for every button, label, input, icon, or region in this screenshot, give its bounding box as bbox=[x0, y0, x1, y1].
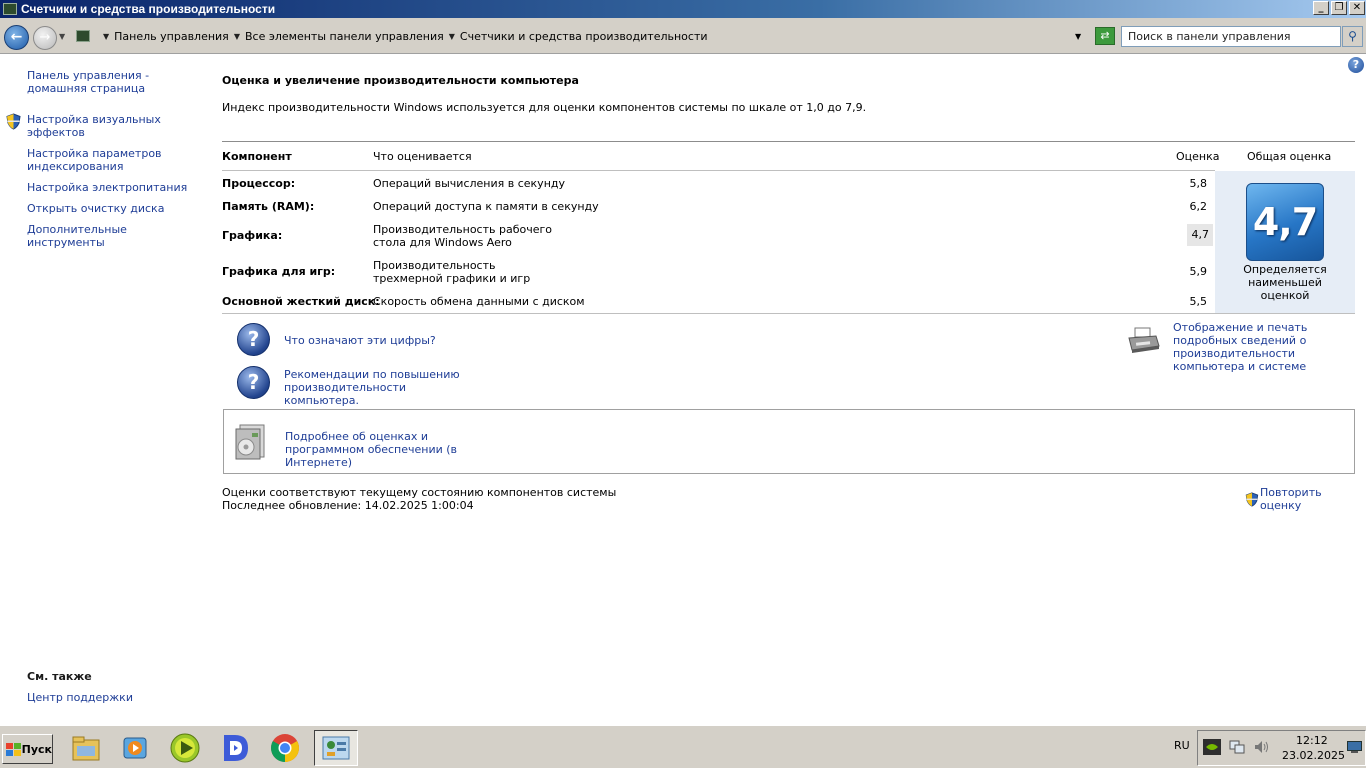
address-dropdown-icon[interactable]: ▼ bbox=[1075, 32, 1081, 41]
left-link-indexing[interactable]: Настройка параметров индексирования bbox=[27, 147, 197, 173]
d-app-icon[interactable] bbox=[217, 730, 253, 766]
left-link-disk-cleanup[interactable]: Открыть очистку диска bbox=[27, 202, 197, 215]
row-score-gaming: 5,9 bbox=[1189, 265, 1208, 278]
search-input[interactable]: Поиск в панели управления bbox=[1121, 26, 1341, 47]
row-score-disk: 5,5 bbox=[1189, 295, 1208, 308]
see-also-title: См. также bbox=[27, 670, 92, 683]
row-name-disk: Основной жесткий диск: bbox=[222, 295, 380, 308]
refresh-button[interactable]: ⇄ bbox=[1095, 27, 1115, 45]
status-current: Оценки соответствуют текущему состоянию … bbox=[222, 486, 617, 499]
row-desc-disk: Скорость обмена данными с диском bbox=[373, 295, 585, 308]
play-icon[interactable] bbox=[167, 730, 203, 766]
rerun-label[interactable]: Повторить оценку bbox=[1260, 486, 1366, 512]
row-score-graphics: 4,7 bbox=[1187, 224, 1213, 246]
page-title: Оценка и увеличение производительности к… bbox=[222, 74, 579, 87]
clock-time[interactable]: 12:12 bbox=[1296, 734, 1328, 747]
row-score-ram: 6,2 bbox=[1189, 200, 1208, 213]
breadcrumb-performance[interactable]: Счетчики и средства производительности bbox=[460, 30, 708, 43]
back-button[interactable]: ← bbox=[4, 25, 29, 50]
close-button[interactable]: ✕ bbox=[1349, 1, 1365, 15]
chrome-icon[interactable] bbox=[267, 730, 303, 766]
online-details-link[interactable]: Подробнее об оценках и программном обесп… bbox=[285, 430, 485, 469]
network-icon[interactable] bbox=[1229, 739, 1245, 755]
left-link-action-center[interactable]: Центр поддержки bbox=[27, 691, 197, 704]
software-box-icon bbox=[235, 424, 265, 460]
left-link-visual-effects[interactable]: Настройка визуальных эффектов bbox=[27, 113, 197, 139]
app-icon bbox=[3, 3, 17, 15]
header-component: Компонент bbox=[222, 150, 292, 163]
what-numbers-mean-link[interactable]: Что означают эти цифры? bbox=[284, 334, 436, 347]
start-label: Пуск bbox=[21, 742, 52, 756]
status-last-update: Последнее обновление: 14.02.2025 1:00:04 bbox=[222, 499, 474, 512]
chevron-right-icon[interactable]: ▼ bbox=[103, 32, 109, 41]
question-icon: ? bbox=[237, 323, 270, 356]
left-link-advanced-tools[interactable]: Дополнительные инструменты bbox=[27, 223, 197, 249]
row-desc-ram: Операций доступа к памяти в секунду bbox=[373, 200, 599, 213]
nvidia-icon[interactable] bbox=[1203, 739, 1221, 755]
header-what: Что оценивается bbox=[373, 150, 472, 163]
row-name-ram: Память (RAM): bbox=[222, 200, 315, 213]
left-link-power[interactable]: Настройка электропитания bbox=[27, 181, 197, 194]
printer-icon bbox=[1128, 327, 1160, 353]
table-top-divider bbox=[222, 141, 1355, 142]
breadcrumb-all-items[interactable]: Все элементы панели управления bbox=[245, 30, 444, 43]
show-desktop-icon[interactable] bbox=[1347, 741, 1362, 753]
uac-shield-icon bbox=[6, 113, 21, 130]
minimize-button[interactable]: _ bbox=[1313, 1, 1329, 15]
left-task-pane: Панель управления - домашняя страница На… bbox=[0, 55, 205, 725]
print-details-link[interactable]: Отображение и печать подробных сведений … bbox=[1173, 321, 1358, 373]
header-base-score: Общая оценка bbox=[1247, 150, 1332, 163]
performance-tips-link[interactable]: Рекомендации по повышению производительн… bbox=[284, 368, 474, 407]
history-dropdown-icon[interactable]: ▼ bbox=[59, 32, 65, 41]
title-bar: Счетчики и средства производительности _… bbox=[0, 0, 1366, 18]
row-name-gaming: Графика для игр: bbox=[222, 265, 336, 278]
question-icon: ? bbox=[237, 366, 270, 399]
chevron-right-icon[interactable]: ▼ bbox=[234, 32, 240, 41]
start-button[interactable]: Пуск bbox=[2, 734, 53, 764]
media-player-icon[interactable] bbox=[117, 730, 153, 766]
volume-icon[interactable] bbox=[1253, 739, 1269, 755]
page-description: Индекс производительности Windows исполь… bbox=[222, 101, 867, 114]
row-desc-graphics: Производительность рабочего стола для Wi… bbox=[373, 223, 553, 249]
search-icon[interactable]: ⚲ bbox=[1342, 26, 1363, 47]
taskbar: Пуск RU 12:12 23.02.2025 bbox=[0, 725, 1366, 768]
language-indicator[interactable]: RU bbox=[1174, 739, 1190, 752]
control-panel-icon[interactable] bbox=[314, 730, 358, 766]
table-bottom-divider bbox=[222, 313, 1355, 314]
row-score-cpu: 5,8 bbox=[1189, 177, 1208, 190]
base-score-caption: Определяется наименьшей оценкой bbox=[1243, 263, 1327, 302]
chevron-right-icon[interactable]: ▼ bbox=[449, 32, 455, 41]
row-name-graphics: Графика: bbox=[222, 229, 283, 242]
table-header-divider bbox=[222, 170, 1215, 171]
control-panel-icon bbox=[76, 30, 90, 42]
row-name-cpu: Процессор: bbox=[222, 177, 296, 190]
explorer-icon[interactable] bbox=[68, 730, 104, 766]
maximize-button[interactable]: ❐ bbox=[1331, 1, 1347, 15]
help-icon[interactable]: ? bbox=[1348, 57, 1364, 73]
base-score-badge: 4,7 bbox=[1246, 183, 1324, 261]
window-title: Счетчики и средства производительности bbox=[21, 2, 276, 16]
row-desc-cpu: Операций вычисления в секунду bbox=[373, 177, 565, 190]
windows-flag-icon bbox=[6, 742, 21, 756]
forward-button[interactable]: → bbox=[33, 26, 57, 50]
left-link-home[interactable]: Панель управления - домашняя страница bbox=[27, 69, 197, 95]
row-desc-gaming: Производительность трехмерной графики и … bbox=[373, 259, 531, 285]
breadcrumb-control-panel[interactable]: Панель управления bbox=[114, 30, 229, 43]
rerun-assessment-link[interactable]: Повторить оценку bbox=[1245, 486, 1366, 512]
uac-shield-icon bbox=[1245, 491, 1259, 507]
address-bar: ← → ▼ ▼ Панель управления ▼ Все элементы п… bbox=[0, 18, 1366, 54]
address-field[interactable]: ▼ Панель управления ▼ Все элементы панели … bbox=[72, 25, 1092, 47]
clock-date[interactable]: 23.02.2025 bbox=[1282, 749, 1345, 762]
header-score: Оценка bbox=[1176, 150, 1220, 163]
